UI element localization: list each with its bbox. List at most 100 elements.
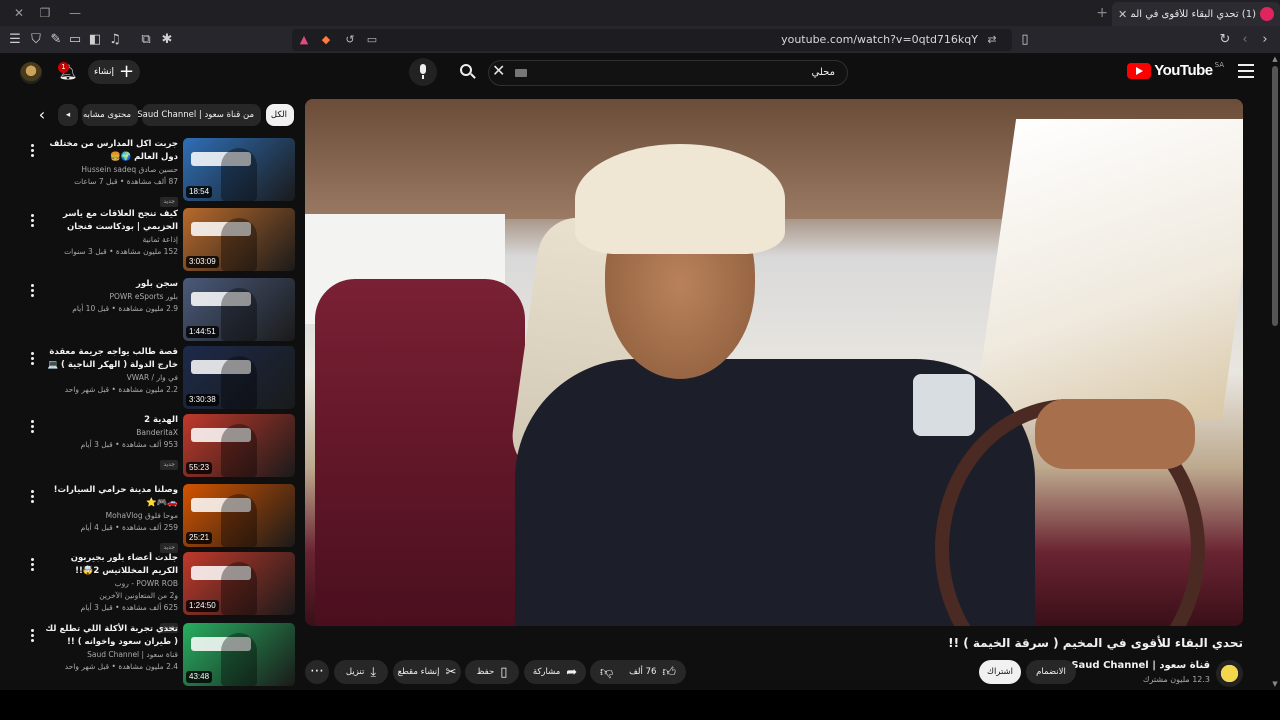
window-maximize-icon[interactable]: ❐: [36, 4, 54, 22]
recommendation-item[interactable]: 43:48 تحدي تجربة الأكلة اللي تطلع لك ( طي…: [24, 623, 296, 687]
scroll-up-arrow-icon[interactable]: ▲: [1271, 55, 1279, 63]
brave-shield-icon[interactable]: ◆: [318, 32, 334, 48]
reload-icon[interactable]: ↻: [1216, 31, 1234, 49]
scroll-down-arrow-icon[interactable]: ▼: [1271, 680, 1279, 688]
recommendation-title[interactable]: قصة طالب يواجه جريمة معقدة خارج الدولة (…: [42, 346, 178, 372]
download-button[interactable]: ⤓ تنزيل: [334, 660, 388, 684]
recommendation-channel[interactable]: قناة سعود | Saud Channel: [42, 649, 178, 661]
browser-toolbar: ☰ ⛉ ✎ ▭ ◧ ♫ ⧉ ✱ ▲ ◆ ↺ ▭ youtube.com/watc…: [0, 26, 1280, 54]
like-dislike-group: 👍︎ 76 ألف 👎︎: [590, 660, 686, 684]
share-button[interactable]: ➦ مشاركة: [524, 660, 586, 684]
chip-from-channel[interactable]: من قناة سعود | Saud Channel: [137, 104, 261, 126]
bottom-bar: [0, 690, 1280, 720]
like-count: 76 ألف: [629, 667, 657, 677]
recommendation-channel[interactable]: حسين صادق Hussein sadeq: [42, 164, 178, 176]
tabs-icon[interactable]: ▭: [66, 31, 84, 49]
recommendation-item[interactable]: 3:30:38 قصة طالب يواجه جريمة معقدة خارج ا…: [24, 346, 296, 410]
kebab-menu-icon[interactable]: [28, 352, 36, 366]
music-icon[interactable]: ♫: [106, 31, 124, 49]
channel-name[interactable]: قناة سعود | Saud Channel: [1059, 660, 1210, 671]
scrollbar-thumb[interactable]: [1272, 66, 1278, 326]
recommendation-channel[interactable]: موحا فلوق MohaVlog: [42, 510, 178, 522]
recommendation-title[interactable]: وصلنا مدينة حرامي السيارات! 🚗🎮⭐: [42, 484, 178, 510]
translate-icon[interactable]: ⇄: [984, 32, 1000, 48]
address-bar[interactable]: ▲ ◆ ↺ ▭ youtube.com/watch?v=0qtd716kqY ⇄: [292, 29, 1012, 51]
join-button[interactable]: الانضمام: [1026, 660, 1076, 684]
recommendation-item[interactable]: 1:44:51 سجن بلور بلور POWR eSports 2.9 مليو…: [24, 278, 296, 342]
create-button[interactable]: + إنشاء: [88, 60, 140, 84]
account-avatar[interactable]: [20, 62, 42, 84]
subscribe-button[interactable]: اشتراك: [979, 660, 1021, 684]
recommendation-title[interactable]: جلدت أعضاء بلور بجيربون الكريم المخللاتي…: [42, 552, 178, 578]
display-icon[interactable]: ▭: [364, 32, 380, 48]
kebab-menu-icon[interactable]: [28, 214, 36, 228]
duration-badge: 1:44:51: [186, 326, 219, 338]
screenshot-icon[interactable]: ⧉: [137, 31, 155, 49]
new-tab-icon[interactable]: +: [1096, 5, 1108, 21]
browser-menu-icon[interactable]: ☰: [6, 31, 24, 49]
kebab-menu-icon[interactable]: [28, 284, 36, 298]
page-scrollbar[interactable]: ▲ ▼: [1270, 54, 1280, 690]
reader-icon[interactable]: ↺: [342, 32, 358, 48]
back-icon[interactable]: ‹: [1236, 31, 1254, 49]
recommendation-channel[interactable]: في وار / VWAR: [42, 372, 178, 384]
extensions-icon[interactable]: ✱: [158, 31, 176, 49]
recommendation-channel[interactable]: POWR ROB - روب: [42, 578, 178, 590]
like-icon[interactable]: 👍︎: [662, 666, 676, 679]
recommendation-title[interactable]: جربت اكل المدارس من مختلف دول العالم 🌍🍔: [42, 138, 179, 164]
forward-icon[interactable]: ›: [1256, 31, 1274, 49]
search-input[interactable]: محلي: [488, 60, 848, 86]
recommendation-channel[interactable]: بلور POWR eSports: [42, 291, 178, 303]
recommendation-title[interactable]: كيف تنجح العلاقات مع ياسر الحزيمي | بودك…: [42, 208, 178, 234]
more-actions-icon[interactable]: ⋯: [305, 660, 329, 684]
subscriber-count: 12.3 مليون مشترك: [1142, 675, 1210, 684]
kebab-menu-icon[interactable]: [28, 629, 36, 643]
search-button[interactable]: [452, 58, 484, 86]
sidebar-icon[interactable]: ◧: [86, 31, 104, 49]
window-close-icon[interactable]: ✕: [10, 4, 28, 22]
clear-search-icon[interactable]: ✕: [492, 61, 505, 80]
video-meta: جلدت أعضاء بلور بجيربون الكريم المخللاتي…: [42, 552, 178, 633]
chip-more-partial[interactable]: ◂: [58, 104, 78, 126]
video-player[interactable]: [305, 99, 1243, 626]
bookmark-icon[interactable]: ▯: [1016, 31, 1034, 49]
dislike-icon[interactable]: 👎︎: [600, 666, 613, 679]
channel-avatar[interactable]: [1216, 660, 1243, 687]
chevron-left-icon[interactable]: ‹: [33, 107, 51, 125]
kebab-menu-icon[interactable]: [28, 490, 36, 504]
recommendation-item[interactable]: 1:24:50 جلدت أعضاء بلور بجيربون الكريم ال…: [24, 552, 296, 633]
clip-button[interactable]: ✂ إنشاء مقطع: [393, 660, 461, 684]
recommendation-title[interactable]: تحدي تجربة الأكلة اللي تطلع لك ( طيران س…: [42, 623, 178, 649]
recommendation-title[interactable]: الهدية 2: [42, 414, 178, 427]
keyboard-icon[interactable]: [515, 69, 527, 77]
window-minimize-icon[interactable]: —: [66, 4, 84, 22]
kebab-menu-icon[interactable]: [28, 420, 36, 434]
guide-menu-icon[interactable]: [1238, 64, 1254, 78]
recommendation-item[interactable]: 55:23 الهدية 2 BanderitaX 953 ألف مشاهدة • …: [24, 414, 296, 478]
youtube-logo[interactable]: YouTube SA: [1127, 61, 1224, 79]
new-badge: جديد: [160, 460, 178, 470]
kebab-menu-icon[interactable]: [28, 144, 36, 158]
browser-tab[interactable]: (1) تحدي البقاء للأقوى في المخ... ✕: [1112, 2, 1280, 26]
chip-related[interactable]: محتوى مشابه: [82, 104, 138, 126]
recommendation-item[interactable]: 18:54 جربت اكل المدارس من مختلف دول العال…: [24, 138, 296, 207]
shield-icon[interactable]: ⛉: [27, 31, 45, 49]
triangle-extension-icon[interactable]: ▲: [296, 32, 312, 48]
recommendation-channel[interactable]: إذاعة ثمانية: [42, 234, 178, 246]
recommendation-item[interactable]: 25:21 وصلنا مدينة حرامي السيارات! 🚗🎮⭐ موحا…: [24, 484, 296, 553]
recommendation-title[interactable]: سجن بلور: [42, 278, 178, 291]
duration-badge: 55:23: [186, 462, 213, 474]
brush-icon[interactable]: ✎: [47, 31, 65, 49]
notification-count-badge: 1: [58, 62, 69, 73]
recommendation-channel[interactable]: BanderitaX: [42, 427, 178, 439]
kebab-menu-icon[interactable]: [28, 558, 36, 572]
recommendation-item[interactable]: 3:03:09 كيف تنجح العلاقات مع ياسر الحزيمي…: [24, 208, 296, 272]
tab-close-icon[interactable]: ✕: [1118, 8, 1127, 21]
save-button[interactable]: ▯ حفظ: [465, 660, 519, 684]
url-text: youtube.com/watch?v=0qtd716kqY: [781, 33, 978, 46]
clip-label: إنشاء مقطع: [397, 667, 440, 677]
browser-tab-strip: ✕ ❐ — + (1) تحدي البقاء للأقوى في المخ..…: [0, 0, 1280, 26]
voice-search-button[interactable]: [409, 58, 437, 86]
plus-icon: +: [118, 61, 135, 82]
chip-all[interactable]: الكل: [266, 104, 294, 126]
